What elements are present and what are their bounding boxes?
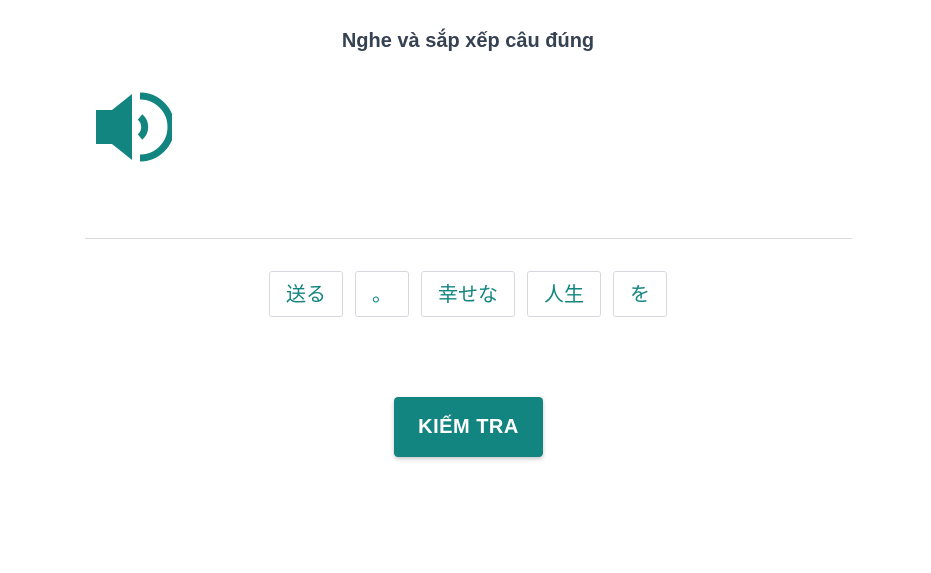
speaker-volume-icon xyxy=(96,92,172,162)
word-chip[interactable]: 人生 xyxy=(527,271,601,317)
answer-drop-area[interactable] xyxy=(85,184,851,238)
exercise-page: Nghe và sắp xếp câu đúng 送る 。 幸せな 人生 を K… xyxy=(0,0,931,573)
word-chip[interactable]: 幸せな xyxy=(421,271,515,317)
word-bank: 送る 。 幸せな 人生 を xyxy=(0,271,931,317)
check-button[interactable]: KIẾM TRA xyxy=(394,397,543,457)
word-chip[interactable]: を xyxy=(613,271,667,317)
play-audio-button[interactable] xyxy=(94,90,172,164)
instruction-title: Nghe và sắp xếp câu đúng xyxy=(341,30,595,52)
word-chip[interactable]: 。 xyxy=(355,271,409,317)
answer-divider xyxy=(85,238,852,239)
word-chip[interactable]: 送る xyxy=(269,271,343,317)
